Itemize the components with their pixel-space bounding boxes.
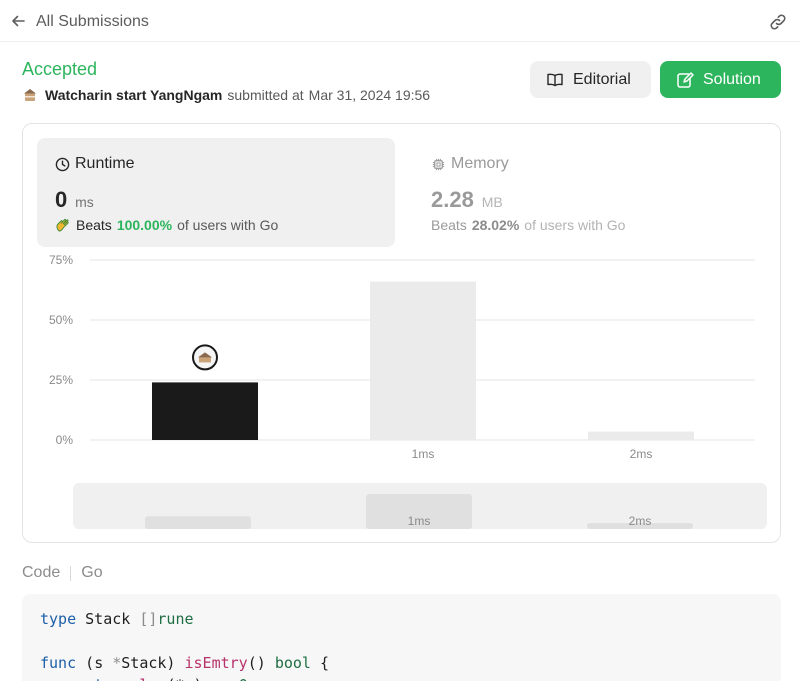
code-header: Code Go xyxy=(22,564,103,582)
stats-panel: Runtime 0 ms Beats 100.00% of users with… xyxy=(22,123,781,543)
code-token: type xyxy=(40,610,77,628)
memory-card[interactable]: Memory 2.28 MB Beats 28.02% of users wit… xyxy=(413,138,753,247)
x-tick-label: 2ms xyxy=(630,447,653,461)
bar xyxy=(588,431,694,440)
editorial-button[interactable]: Editorial xyxy=(530,61,651,98)
memory-beats-pct: 28.02% xyxy=(471,217,520,233)
y-tick-label: 50% xyxy=(49,313,73,327)
runtime-title: Runtime xyxy=(55,155,135,173)
runtime-beats-suffix: of users with Go xyxy=(177,217,279,233)
code-token: ( xyxy=(76,654,95,672)
code-token: s xyxy=(94,654,113,672)
code-token: bool xyxy=(274,654,311,672)
runtime-beats: Beats 100.00% of users with Go xyxy=(55,217,278,233)
memory-beats-word: Beats xyxy=(431,217,467,233)
arrow-left-icon[interactable] xyxy=(10,13,26,29)
submitter-line: Watcharin start YangNgam submitted at Ma… xyxy=(22,87,430,103)
code-line: return len(*s) == 0 xyxy=(40,674,763,681)
runtime-beats-pct: 100.00% xyxy=(116,217,173,233)
memory-beats: Beats 28.02% of users with Go xyxy=(431,217,625,233)
code-line: type Stack []rune xyxy=(40,608,763,630)
code-divider xyxy=(70,565,72,581)
code-token: rune xyxy=(157,610,194,628)
clock-icon xyxy=(55,157,70,171)
editorial-label: Editorial xyxy=(573,70,631,88)
code-block[interactable]: type Stack []rune func (s *Stack) isEmtry… xyxy=(22,594,781,681)
y-tick-label: 0% xyxy=(56,433,74,447)
link-icon[interactable] xyxy=(768,12,788,32)
edit-icon xyxy=(677,71,694,88)
code-label: Code xyxy=(22,564,61,581)
submission-timestamp: Mar 31, 2024 19:56 xyxy=(308,87,431,103)
code-token: Stack xyxy=(76,610,140,628)
overview-tick-label: 2ms xyxy=(629,514,652,528)
submitter-name[interactable]: Watcharin start YangNgam xyxy=(45,87,222,103)
memory-value: 2.28 MB xyxy=(431,187,503,213)
code-language: Go xyxy=(81,564,103,581)
runtime-title-text: Runtime xyxy=(75,155,135,172)
submission-status: Accepted xyxy=(22,59,98,79)
chip-icon xyxy=(432,158,445,170)
memory-unit: MB xyxy=(481,194,503,210)
code-token: () xyxy=(247,654,275,672)
runtime-value: 0 ms xyxy=(55,187,94,213)
memory-title-text: Memory xyxy=(451,155,509,172)
overview-tick-label: 1ms xyxy=(408,514,431,528)
submitted-at-label: submitted at xyxy=(227,87,304,103)
runtime-beats-word: Beats xyxy=(76,217,112,233)
code-token: (*s) == xyxy=(166,676,238,681)
runtime-distribution-chart[interactable]: 75% 50% 25% 0% 1ms 2ms 1ms 2ms xyxy=(23,254,780,543)
code-line: func (s *Stack) isEmtry() bool { xyxy=(40,652,763,674)
code-token: return xyxy=(76,676,130,681)
code-token: func xyxy=(40,654,77,672)
runtime-unit: ms xyxy=(75,194,94,210)
memory-title: Memory xyxy=(431,155,509,173)
solution-label: Solution xyxy=(703,70,761,88)
all-submissions-link[interactable]: All Submissions xyxy=(36,13,149,31)
clap-icon xyxy=(56,218,69,232)
user-avatar[interactable] xyxy=(22,87,38,103)
x-tick-label: 1ms xyxy=(412,447,435,461)
runtime-card[interactable]: Runtime 0 ms Beats 100.00% of users with… xyxy=(37,138,395,247)
solution-button[interactable]: Solution xyxy=(660,61,781,98)
bar xyxy=(152,382,258,440)
y-tick-label: 75% xyxy=(49,254,73,267)
bar xyxy=(370,281,476,440)
memory-beats-suffix: of users with Go xyxy=(524,217,626,233)
code-token: 0 xyxy=(239,676,248,681)
code-token: len xyxy=(139,676,166,681)
overview-bar xyxy=(145,516,251,529)
memory-number: 2.28 xyxy=(431,187,474,212)
book-icon xyxy=(547,73,563,86)
code-token: Stack) xyxy=(121,654,185,672)
code-token: * xyxy=(112,654,122,672)
top-bar: All Submissions xyxy=(0,0,800,42)
runtime-number: 0 xyxy=(55,187,68,212)
code-token: { xyxy=(310,654,329,672)
code-token: isEmtry xyxy=(184,654,248,672)
code-token: [] xyxy=(139,610,158,628)
y-tick-label: 25% xyxy=(49,373,73,387)
